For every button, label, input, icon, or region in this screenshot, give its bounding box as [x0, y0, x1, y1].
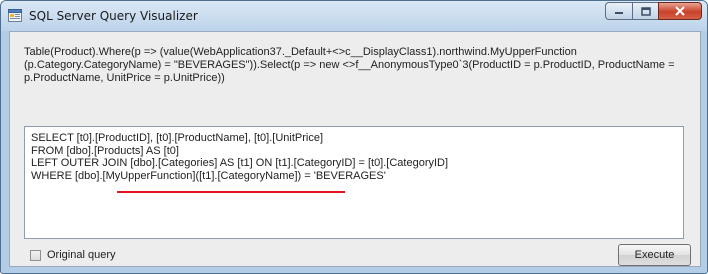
execute-button[interactable]: Execute [618, 244, 691, 266]
original-query-checkbox[interactable] [30, 249, 41, 261]
close-button[interactable] [658, 2, 702, 20]
app-window-icon [8, 9, 22, 22]
close-icon [675, 6, 685, 16]
dialog-client-area: Table(Product).Where(p => (value(WebAppl… [9, 31, 701, 267]
maximize-icon [640, 6, 651, 16]
sql-line: FROM [dbo].[Products] AS [t0] [31, 144, 179, 157]
caption-buttons [605, 2, 702, 22]
minimize-button[interactable] [605, 2, 632, 20]
minimize-icon [615, 12, 623, 14]
original-query-option[interactable]: Original query [30, 249, 115, 261]
highlight-underline [117, 191, 345, 193]
sql-line: LEFT OUTER JOIN [dbo].[Categories] AS [t… [31, 157, 449, 169]
original-query-label: Original query [47, 249, 116, 261]
sql-line: WHERE [dbo].[MyUpperFunction]([t1].[Cate… [31, 169, 386, 182]
maximize-button[interactable] [632, 2, 658, 20]
title-bar[interactable]: SQL Server Query Visualizer [1, 1, 707, 31]
sql-textbox[interactable]: SELECT [t0].[ProductID], [t0].[ProductNa… [24, 126, 684, 239]
sql-line: SELECT [t0].[ProductID], [t0].[ProductNa… [31, 132, 324, 144]
window-title: SQL Server Query Visualizer [29, 9, 198, 23]
visualizer-window: SQL Server Query Visualizer Table(Produc… [0, 0, 708, 274]
expression-text: Table(Product).Where(p => (value(WebAppl… [24, 46, 675, 84]
